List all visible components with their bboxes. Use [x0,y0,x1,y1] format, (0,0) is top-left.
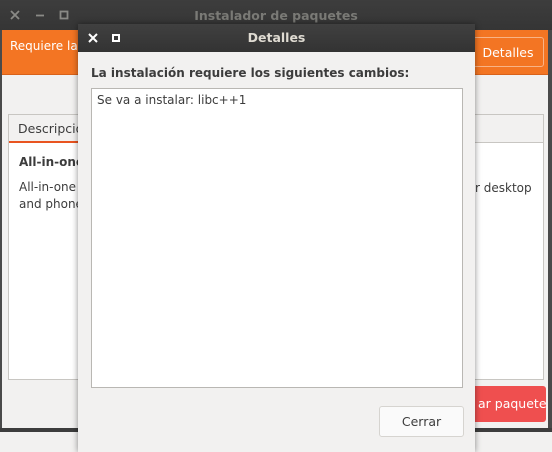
package-description-line: r desktop [475,181,532,195]
install-package-button[interactable]: ar paquete [470,386,546,422]
infobar-text: Requiere la [10,39,78,53]
details-dialog: Detalles La instalación requiere los sig… [78,24,475,452]
window-border-right [548,30,552,432]
changes-text: Se va a instalar: libc++1 [97,93,247,107]
close-button[interactable]: Cerrar [379,406,464,437]
changes-text-view[interactable]: Se va a instalar: libc++1 [91,88,463,388]
package-description-line: All-in-one v [19,180,87,194]
package-description-line: and phone [19,197,83,211]
changes-heading: La instalación requiere los siguientes c… [91,66,410,80]
dialog-title: Detalles [247,30,306,45]
details-button[interactable]: Detalles [472,37,544,67]
package-name: All-in-one [19,155,85,169]
tab-description[interactable]: Descripció [9,115,79,143]
dialog-titlebar[interactable]: Detalles [78,24,475,52]
window-border-left [0,30,2,432]
